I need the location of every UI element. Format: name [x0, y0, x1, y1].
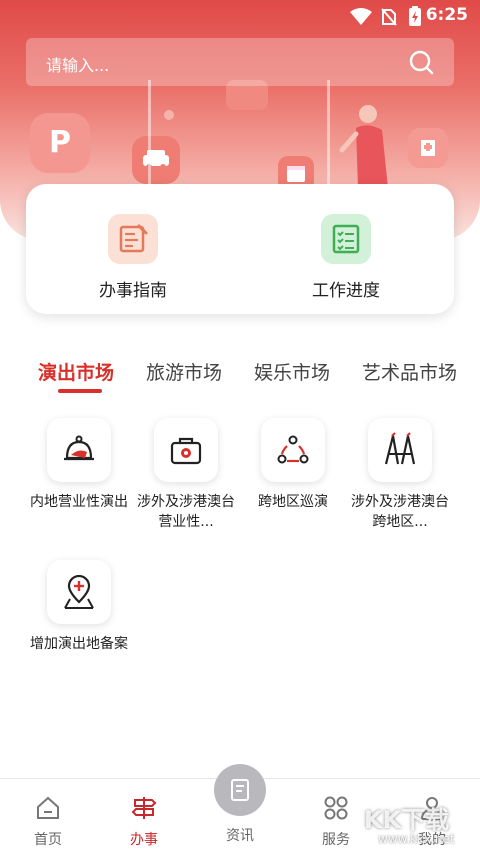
building-outline — [148, 80, 330, 190]
quick-actions-card: 办事指南 工作进度 — [26, 184, 454, 314]
signpost-icon[interactable] — [131, 795, 157, 821]
nav-label[interactable]: 办事 — [96, 829, 192, 849]
search-placeholder[interactable]: 请输入... — [46, 52, 109, 76]
cycle-nodes-icon[interactable] — [261, 418, 325, 482]
service-label[interactable]: 内地营业性演出 — [27, 492, 131, 512]
service-label[interactable]: 跨地区巡演 — [241, 492, 345, 512]
progress-icon[interactable] — [321, 214, 371, 264]
bell-performance-icon[interactable] — [47, 418, 111, 482]
tab-tourism-market[interactable]: 旅游市场 — [146, 358, 222, 385]
quick-action-label[interactable]: 工作进度 — [266, 276, 426, 301]
status-bar: 6:25 — [0, 0, 480, 32]
service-item[interactable]: 涉外及涉港澳台营业性... — [134, 418, 238, 532]
quick-action-progress[interactable]: 工作进度 — [266, 214, 426, 301]
service-label[interactable]: 涉外及涉港澳台跨地区... — [348, 492, 452, 532]
watermark-url: www.kkx.net — [378, 832, 455, 846]
nav-news[interactable]: 资讯 — [192, 825, 288, 845]
home-icon[interactable] — [35, 795, 61, 821]
tab-art-market[interactable]: 艺术品市场 — [362, 358, 457, 385]
guide-icon[interactable] — [108, 214, 158, 264]
category-tabs: 演出市场 旅游市场 娱乐市场 艺术品市场 — [0, 352, 480, 402]
active-tab-indicator — [58, 389, 102, 393]
wifi-icon — [350, 8, 372, 30]
grid-icon[interactable] — [323, 795, 349, 821]
tower-icon[interactable] — [368, 418, 432, 482]
no-sim-icon — [381, 8, 397, 30]
search-bar[interactable]: 请输入... — [26, 38, 454, 86]
battery-charging-icon — [409, 6, 421, 30]
status-time: 6:25 — [425, 5, 468, 25]
service-label[interactable]: 涉外及涉港澳台营业性... — [134, 492, 238, 532]
location-plus-icon[interactable] — [47, 560, 111, 624]
person-illustration — [338, 100, 398, 190]
service-label[interactable]: 增加演出地备案 — [27, 634, 131, 654]
nav-label[interactable]: 资讯 — [192, 825, 288, 845]
nav-affairs[interactable]: 办事 — [96, 795, 192, 849]
service-item[interactable]: 内地营业性演出 — [27, 418, 131, 512]
document-icon[interactable] — [227, 777, 253, 803]
tab-performance-market[interactable]: 演出市场 — [38, 358, 114, 385]
suitcase-icon[interactable] — [154, 418, 218, 482]
watermark-logo: KK下载 — [364, 806, 450, 834]
search-icon[interactable] — [408, 49, 434, 79]
nav-home[interactable]: 首页 — [0, 795, 96, 849]
quick-action-label[interactable]: 办事指南 — [53, 276, 213, 301]
tab-entertainment-market[interactable]: 娱乐市场 — [254, 358, 330, 385]
hospital-icon — [408, 128, 448, 168]
service-item[interactable]: 增加演出地备案 — [27, 560, 131, 654]
quick-action-guide[interactable]: 办事指南 — [53, 214, 213, 301]
pole — [164, 110, 174, 120]
news-center-button[interactable] — [214, 764, 266, 816]
watermark: KK下载 www.kkx.net — [360, 800, 480, 850]
parking-icon: P — [30, 113, 90, 173]
service-item[interactable]: 跨地区巡演 — [241, 418, 345, 512]
nav-label[interactable]: 首页 — [0, 829, 96, 849]
service-item[interactable]: 涉外及涉港澳台跨地区... — [348, 418, 452, 532]
